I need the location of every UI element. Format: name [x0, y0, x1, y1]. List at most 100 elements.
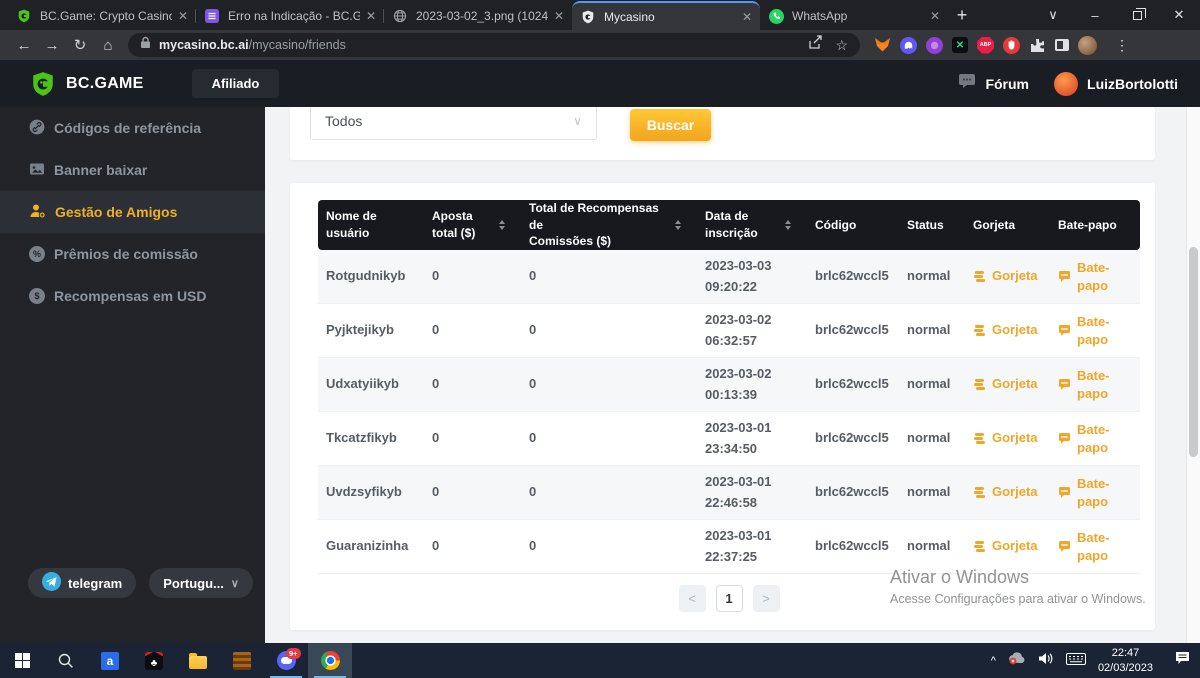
- pagination-prev-button[interactable]: <: [679, 585, 706, 612]
- search-button[interactable]: Buscar: [630, 109, 711, 141]
- restore-button[interactable]: [1116, 0, 1158, 30]
- action-center-icon[interactable]: [1175, 651, 1190, 670]
- extensions-puzzle-icon[interactable]: [1029, 37, 1046, 54]
- bookmark-star-icon[interactable]: ☆: [835, 37, 848, 54]
- sidebar-item-label: Banner baixar: [54, 162, 147, 178]
- sidebar-item-gestao-amigos[interactable]: Gestão de Amigos: [0, 191, 265, 233]
- tab-whatsapp[interactable]: WhatsApp ✕: [760, 2, 948, 30]
- close-button[interactable]: ✕: [1158, 0, 1200, 30]
- minimize-button[interactable]: –: [1074, 0, 1116, 30]
- tab-png-image[interactable]: 2023-03-02_3.png (1024×76 ✕: [384, 2, 572, 30]
- tab-close-icon[interactable]: ✕: [178, 9, 188, 23]
- sidebar-item-premios-comissao[interactable]: % Prêmios de comissão: [0, 233, 265, 275]
- windows-logo-icon: [15, 653, 30, 668]
- tab-close-icon[interactable]: ✕: [366, 9, 376, 23]
- filter-select[interactable]: Todos ∨: [310, 107, 597, 140]
- chat-link[interactable]: Bate-papo: [1050, 529, 1140, 564]
- tab-erro-indicacao[interactable]: Erro na Indicação - BC.Game ✕: [196, 2, 384, 30]
- taskbar-discord[interactable]: 9+: [264, 643, 308, 678]
- start-button[interactable]: [0, 643, 44, 678]
- chat-link[interactable]: Bate-papo: [1050, 475, 1140, 510]
- page-scrollbar[interactable]: [1186, 107, 1200, 643]
- tab-mycasino-active[interactable]: Mycasino ✕: [572, 1, 760, 30]
- taskbar-game-app[interactable]: ♣: [132, 643, 176, 678]
- cell-code: brlc62wccl5: [807, 482, 899, 502]
- new-tab-button[interactable]: +: [948, 1, 976, 29]
- tip-link[interactable]: Gorjeta: [965, 536, 1050, 556]
- cell-rewards: 0: [521, 482, 697, 502]
- phantom-wallet-icon[interactable]: [900, 37, 917, 54]
- sort-control[interactable]: [675, 220, 681, 230]
- sidebar-item-banner-baixar[interactable]: Banner baixar: [0, 149, 265, 191]
- table-row: Tkcatzfikyb 0 0 2023-03-0123:34:50 brlc6…: [318, 412, 1140, 466]
- tip-link[interactable]: Gorjeta: [965, 266, 1050, 286]
- adblock-plus-icon[interactable]: ABP: [977, 37, 994, 54]
- home-icon[interactable]: ⌂: [94, 37, 122, 54]
- tab-close-icon[interactable]: ✕: [554, 9, 564, 23]
- tab-title: WhatsApp: [792, 9, 924, 23]
- taskbar-file-explorer[interactable]: [176, 643, 220, 678]
- tray-expand-icon[interactable]: ^: [991, 655, 996, 667]
- tip-link[interactable]: Gorjeta: [965, 374, 1050, 394]
- link-icon: [29, 119, 45, 138]
- taskbar-clock[interactable]: 22:47 02/03/2023: [1098, 646, 1153, 676]
- sort-control[interactable]: [499, 220, 505, 230]
- pagination-next-button[interactable]: >: [753, 585, 780, 612]
- reload-icon[interactable]: ↻: [66, 36, 94, 54]
- cell-username: Guaranizinha: [318, 536, 424, 556]
- user-avatar[interactable]: [1054, 72, 1078, 96]
- tab-search-icon[interactable]: ∨: [1032, 0, 1074, 30]
- table-row: Guaranizinha 0 0 2023-03-0122:37:25 brlc…: [318, 520, 1140, 574]
- url-host: mycasino.bc.ai: [159, 38, 249, 52]
- exchange-extension-icon[interactable]: ✕: [952, 37, 968, 53]
- folder-icon: [189, 656, 207, 669]
- chat-link[interactable]: Bate-papo: [1050, 259, 1140, 294]
- metamask-icon[interactable]: [874, 37, 891, 54]
- chat-link[interactable]: Bate-papo: [1050, 313, 1140, 348]
- sidebar-item-codigos-referencia[interactable]: Códigos de referência: [0, 107, 265, 149]
- forum-link[interactable]: Fórum: [985, 76, 1029, 92]
- chat-link[interactable]: Bate-papo: [1050, 421, 1140, 456]
- tab-afiliado[interactable]: Afiliado: [192, 69, 280, 98]
- brand-name: BC.GAME: [66, 75, 144, 93]
- taskbar-search-button[interactable]: [44, 643, 88, 678]
- address-bar[interactable]: mycasino.bc.ai /mycasino/friends ☆: [128, 33, 860, 57]
- taskbar-chrome[interactable]: [308, 643, 352, 678]
- forward-icon[interactable]: →: [38, 37, 66, 54]
- tab-close-icon[interactable]: ✕: [930, 9, 940, 23]
- tip-link[interactable]: Gorjeta: [965, 482, 1050, 502]
- site-header: BC.GAME Afiliado Fórum LuizBortolotti: [0, 60, 1200, 107]
- tab-title: 2023-03-02_3.png (1024×76: [416, 9, 548, 23]
- volume-icon[interactable]: [1038, 652, 1054, 670]
- tab-close-icon[interactable]: ✕: [742, 10, 752, 24]
- keyboard-icon[interactable]: [1066, 652, 1086, 670]
- taskbar-amd-app[interactable]: a: [88, 643, 132, 678]
- username[interactable]: LuizBortolotti: [1087, 76, 1178, 92]
- onedrive-error-icon[interactable]: [1008, 652, 1026, 670]
- tab-bcgame[interactable]: BC.Game: Crypto Casino Gam ✕: [8, 2, 196, 30]
- cell-status: normal: [899, 320, 965, 340]
- taskbar-game2-app[interactable]: [220, 643, 264, 678]
- sidebar-item-recompensas-usd[interactable]: $ Recompensas em USD: [0, 275, 265, 317]
- bcgame-logo[interactable]: BC.GAME: [30, 71, 144, 97]
- pagination-page-1[interactable]: 1: [716, 585, 743, 612]
- tip-link[interactable]: Gorjeta: [965, 320, 1050, 340]
- back-icon[interactable]: ←: [10, 37, 38, 54]
- browser-profile-avatar[interactable]: [1078, 36, 1097, 55]
- blocker-hand-icon[interactable]: [1003, 37, 1020, 54]
- browser-menu-icon[interactable]: ⋮: [1115, 37, 1129, 54]
- language-selector[interactable]: Portugu... ∨: [149, 568, 253, 598]
- purple-extension-icon[interactable]: [926, 37, 943, 54]
- chat-link[interactable]: Bate-papo: [1050, 367, 1140, 402]
- sort-control[interactable]: [785, 220, 791, 230]
- scrollbar-thumb[interactable]: [1189, 247, 1198, 457]
- cell-status: normal: [899, 374, 965, 394]
- telegram-button[interactable]: telegram: [28, 568, 136, 598]
- share-icon[interactable]: [808, 35, 823, 55]
- tab-title: Erro na Indicação - BC.Game: [228, 9, 360, 23]
- cell-bet: 0: [424, 428, 521, 448]
- bcgame-favicon-icon: [16, 8, 32, 24]
- tip-link[interactable]: Gorjeta: [965, 428, 1050, 448]
- side-panel-icon[interactable]: [1055, 39, 1069, 51]
- table-row: Udxatyiikyb 0 0 2023-03-0200:13:39 brlc6…: [318, 358, 1140, 412]
